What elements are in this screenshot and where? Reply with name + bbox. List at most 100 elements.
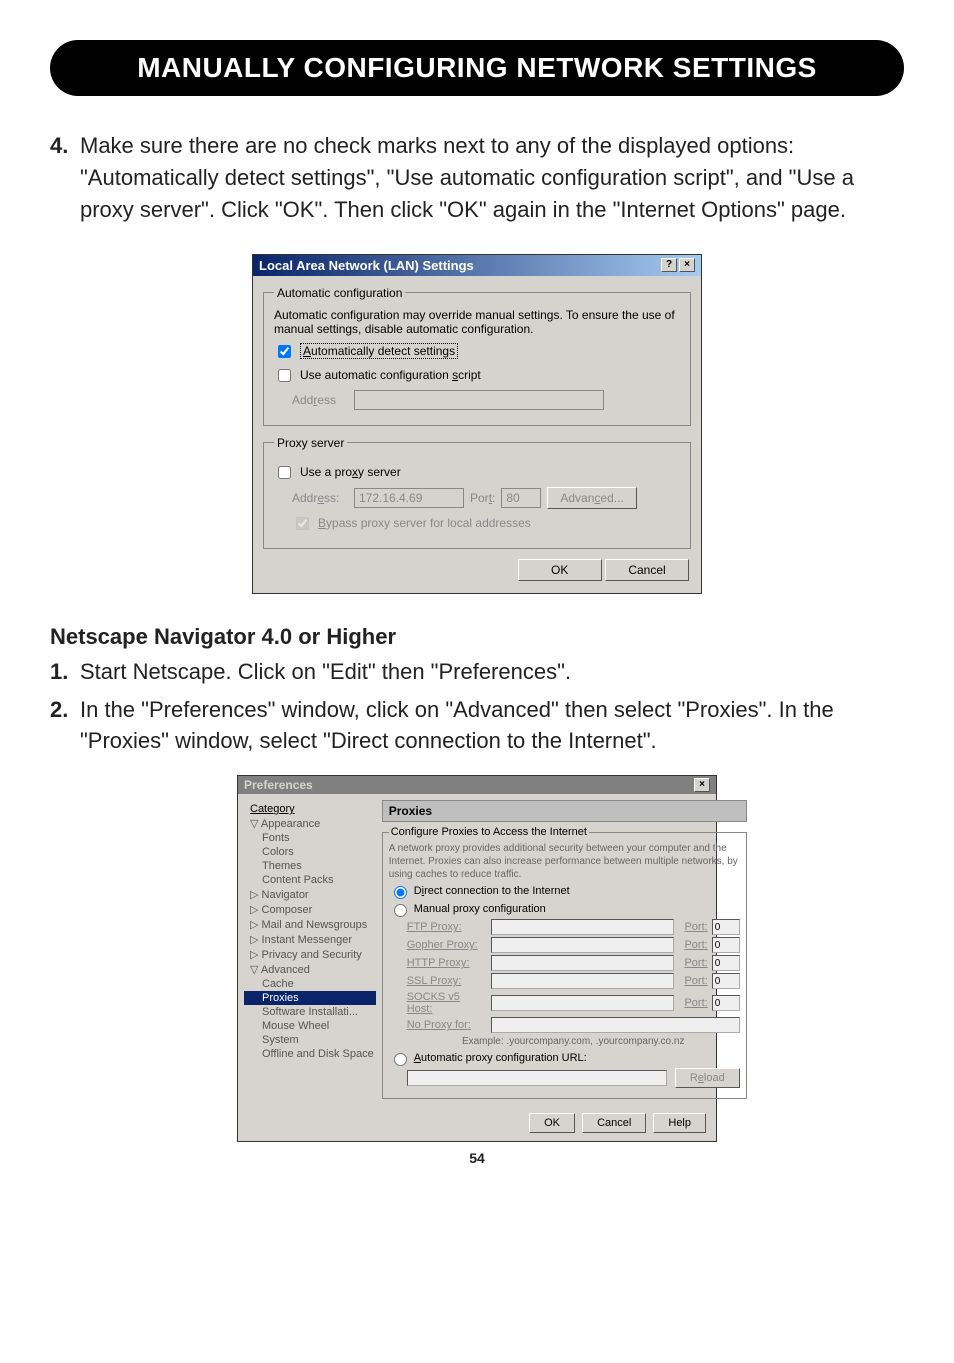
ok-button[interactable]: OK (518, 559, 602, 581)
cancel-button[interactable]: Cancel (582, 1113, 646, 1133)
step-text: In the "Preferences" window, click on "A… (80, 694, 904, 758)
auto-proxy-label: Automatic proxy configuration URL: (414, 1052, 587, 1064)
ssl-label: SSL Proxy: (407, 975, 487, 987)
bypass-checkbox[interactable] (296, 517, 309, 530)
ssl-input[interactable] (491, 973, 674, 989)
tree-item[interactable]: ▷ Composer (244, 902, 376, 917)
manual-proxy-radio[interactable] (394, 904, 407, 917)
configure-proxies-legend: Configure Proxies to Access the Internet (389, 826, 589, 838)
tree-item[interactable]: Fonts (244, 831, 376, 845)
socks-port[interactable] (712, 995, 740, 1011)
auto-proxy-url-input[interactable] (407, 1070, 667, 1086)
category-tree[interactable]: Category ▽ Appearance Fonts Colors Theme… (244, 800, 376, 1099)
step-number: 2. (50, 694, 80, 758)
ftp-input[interactable] (491, 919, 674, 935)
auto-detect-label: AAutomatically detect settingsutomatical… (300, 343, 458, 359)
direct-connection-label: Direct connection to the Internet (414, 885, 570, 897)
tree-item[interactable]: ▽ Advanced (244, 962, 376, 977)
port-label: Port: (678, 921, 708, 933)
close-button[interactable]: × (694, 778, 710, 792)
ssl-port[interactable] (712, 973, 740, 989)
http-port[interactable] (712, 955, 740, 971)
port-label: Port: (678, 997, 708, 1009)
netscape-step-1: 1. Start Netscape. Click on "Edit" then … (50, 656, 904, 688)
noproxy-label: No Proxy for: (407, 1019, 487, 1031)
ok-button[interactable]: OK (529, 1113, 575, 1133)
tree-item-proxies[interactable]: Proxies (244, 991, 376, 1005)
tree-item[interactable]: Colors (244, 845, 376, 859)
manual-proxy-label: Manual proxy configuration (414, 903, 546, 915)
auto-detect-checkbox[interactable] (278, 345, 291, 358)
proxy-server-legend: Proxy server (274, 436, 347, 450)
page-title-bar: MANUALLY CONFIGURING NETWORK SETTINGS (50, 40, 904, 96)
netscape-step-2: 2. In the "Preferences" window, click on… (50, 694, 904, 758)
proxy-address-label: Address: (292, 491, 348, 505)
http-label: HTTP Proxy: (407, 957, 487, 969)
proxy-server-group: Proxy server Use a proxy server Address:… (263, 436, 691, 549)
tree-item[interactable]: Cache (244, 977, 376, 991)
auto-config-desc: Automatic configuration may override man… (274, 308, 680, 336)
tree-item[interactable]: ▷ Privacy and Security (244, 947, 376, 962)
ftp-port[interactable] (712, 919, 740, 935)
step-text: Start Netscape. Click on "Edit" then "Pr… (80, 656, 904, 688)
step-4: 4. Make sure there are no check marks ne… (50, 130, 904, 226)
tree-item[interactable]: Content Packs (244, 873, 376, 887)
proxy-address-input[interactable] (354, 488, 464, 508)
bypass-label: Bypass proxy server for local addresses (318, 516, 531, 530)
category-header: Category (244, 802, 376, 816)
step-4-text: Make sure there are no check marks next … (80, 130, 904, 226)
close-button[interactable]: × (679, 258, 695, 272)
use-proxy-checkbox[interactable] (278, 466, 291, 479)
step-number: 1. (50, 656, 80, 688)
proxy-port-input[interactable] (501, 488, 541, 508)
tree-item[interactable]: Mouse Wheel (244, 1019, 376, 1033)
gopher-label: Gopher Proxy: (407, 939, 487, 951)
configure-proxies-group: Configure Proxies to Access the Internet… (382, 826, 747, 1099)
use-script-checkbox[interactable] (278, 369, 291, 382)
use-script-label: Use automatic configuration script (300, 368, 481, 382)
step-4-number: 4. (50, 130, 80, 226)
script-address-input[interactable] (354, 390, 604, 410)
use-proxy-label: Use a proxy server (300, 465, 401, 479)
http-input[interactable] (491, 955, 674, 971)
reload-button[interactable]: Reload (675, 1068, 740, 1088)
script-address-label: Address (292, 393, 348, 407)
page-title-text: MANUALLY CONFIGURING NETWORK SETTINGS (137, 52, 817, 83)
page-number: 54 (50, 1150, 904, 1166)
tree-item[interactable]: Themes (244, 859, 376, 873)
help-button[interactable]: Help (653, 1113, 706, 1133)
automatic-configuration-group: Automatic configuration Automatic config… (263, 286, 691, 426)
example-text: Example: .yourcompany.com, .yourcompany.… (407, 1035, 740, 1048)
tree-item[interactable]: ▷ Instant Messenger (244, 932, 376, 947)
socks-label: SOCKS v5 Host: (407, 991, 487, 1015)
tree-item[interactable]: System (244, 1033, 376, 1047)
tree-item[interactable]: Offline and Disk Space (244, 1047, 376, 1061)
tree-item[interactable]: Software Installati... (244, 1005, 376, 1019)
lan-dialog-title: Local Area Network (LAN) Settings (259, 258, 659, 273)
gopher-input[interactable] (491, 937, 674, 953)
lan-dialog-titlebar: Local Area Network (LAN) Settings ? × (253, 255, 701, 276)
tree-item[interactable]: ▷ Mail and Newsgroups (244, 917, 376, 932)
lan-settings-dialog: Local Area Network (LAN) Settings ? × Au… (252, 254, 702, 594)
ftp-label: FTP Proxy: (407, 921, 487, 933)
panel-title: Proxies (382, 800, 747, 822)
preferences-dialog: Preferences × Category ▽ Appearance Font… (237, 775, 717, 1142)
port-label: Port: (678, 939, 708, 951)
cancel-button[interactable]: Cancel (605, 559, 689, 581)
prefs-title: Preferences (244, 778, 692, 792)
auto-config-legend: Automatic configuration (274, 286, 405, 300)
tree-item[interactable]: ▷ Navigator (244, 887, 376, 902)
tree-item[interactable]: ▽ Appearance (244, 816, 376, 831)
proxies-intro: A network proxy provides additional secu… (389, 842, 740, 881)
auto-proxy-radio[interactable] (394, 1053, 407, 1066)
socks-input[interactable] (491, 995, 674, 1011)
gopher-port[interactable] (712, 937, 740, 953)
advanced-button[interactable]: Advanced... (547, 487, 636, 509)
help-button[interactable]: ? (661, 258, 677, 272)
direct-connection-radio[interactable] (394, 886, 407, 899)
prefs-titlebar: Preferences × (238, 776, 716, 794)
noproxy-input[interactable] (491, 1017, 740, 1033)
port-label: Port: (678, 975, 708, 987)
netscape-subheading: Netscape Navigator 4.0 or Higher (50, 624, 904, 650)
proxy-port-label: Port: (470, 491, 495, 505)
